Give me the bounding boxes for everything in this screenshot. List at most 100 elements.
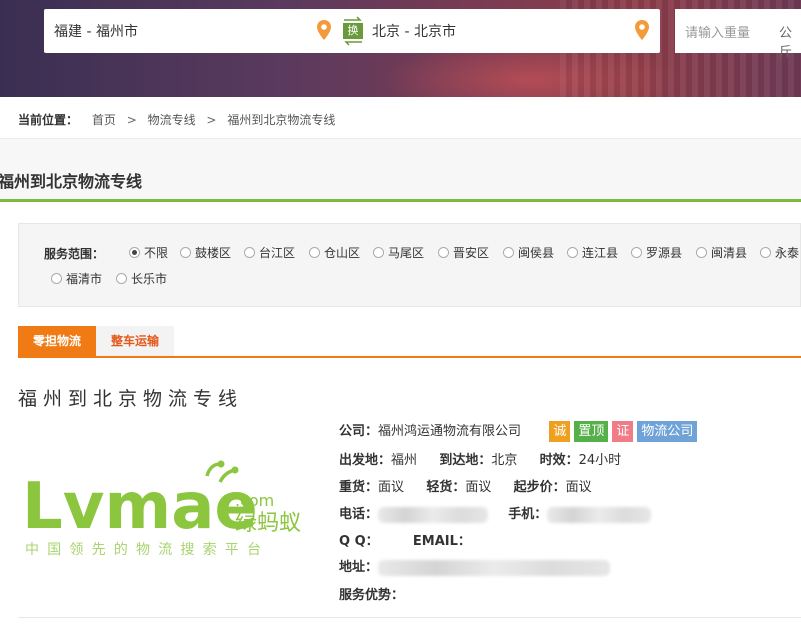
advantage-row: 服务优势：: [339, 584, 404, 603]
weight-placeholder: 请输入重量: [685, 26, 751, 41]
heavy-cargo-label: 重货：: [339, 480, 379, 495]
option-label: 连江县: [582, 246, 619, 260]
company-row: 公司：福州鸿运通物流有限公司 诚置顶证物流公司: [339, 420, 701, 442]
phone-redacted: [378, 506, 489, 523]
mobile-redacted: [547, 506, 652, 523]
option-label: 闽清县: [711, 246, 748, 260]
search-banner: 福建 - 福州市 换 北京 - 北京市 请输入重量 公斤: [0, 0, 801, 97]
option-label: 罗源县: [646, 246, 683, 260]
swap-label: 换: [343, 23, 363, 39]
destination-input[interactable]: 北京 - 北京市: [372, 21, 456, 41]
filter-option-changle[interactable]: 长乐市: [116, 270, 167, 287]
option-label: 台江区: [259, 246, 296, 260]
radio-button[interactable]: [129, 247, 140, 258]
filter-option-jinan[interactable]: 晋安区: [438, 244, 489, 261]
filter-option-yongtai[interactable]: 永泰: [760, 244, 799, 261]
origin-label: 出发地：: [339, 453, 392, 468]
filter-option-minhou[interactable]: 闽侯县: [503, 244, 554, 261]
address-redacted: [378, 559, 611, 576]
filter-option-lianjiang[interactable]: 连江县: [567, 244, 618, 261]
filter-option-taijiang[interactable]: 台江区: [244, 244, 295, 261]
qq-label: Q Q：: [339, 534, 379, 549]
logo-domain: .com: [235, 491, 274, 510]
breadcrumb-label: 当前位置：: [18, 113, 79, 127]
light-cargo-label: 轻货：: [426, 480, 466, 495]
weight-input[interactable]: 请输入重量 公斤: [675, 9, 801, 60]
filter-option-cangshan[interactable]: 仓山区: [309, 244, 360, 261]
filter-option-gulou[interactable]: 鼓楼区: [180, 244, 231, 261]
location-pin-icon[interactable]: [317, 20, 331, 40]
pinned-badge: 置顶: [574, 421, 609, 442]
address-row: 地址：: [339, 556, 611, 576]
radio-button[interactable]: [309, 247, 320, 258]
weight-unit: 公斤: [779, 26, 793, 60]
radio-button[interactable]: [180, 247, 191, 258]
location-pin-icon[interactable]: [635, 20, 649, 40]
filter-option-all[interactable]: 不限: [129, 244, 168, 261]
radio-button[interactable]: [116, 273, 127, 284]
tab-full-truckload[interactable]: 整车运输: [96, 326, 174, 357]
breadcrumb: 当前位置： 首页 > 物流专线 > 福州到北京物流专线: [18, 111, 335, 128]
radio-button[interactable]: [438, 247, 449, 258]
detail-divider: [18, 617, 801, 618]
phone-label: 电话：: [339, 507, 379, 522]
integrity-badge: 诚: [549, 421, 571, 442]
company-name: 福州鸿运通物流有限公司: [378, 424, 522, 439]
advantage-label: 服务优势：: [339, 588, 405, 603]
radio-button[interactable]: [567, 247, 578, 258]
filter-option-luoyuan[interactable]: 罗源县: [631, 244, 682, 261]
contact-row: 电话： 手机：: [339, 503, 652, 523]
radio-button[interactable]: [503, 247, 514, 258]
arrow-left-icon: [344, 41, 362, 46]
destination-value: 北京: [491, 453, 518, 468]
filter-option-mawei[interactable]: 马尾区: [373, 244, 424, 261]
light-cargo-price: 面议: [465, 480, 492, 495]
option-label: 闽侯县: [518, 246, 555, 260]
route-row: 出发地：福州 到达地：北京 时效：24小时: [339, 449, 621, 468]
breadcrumb-separator: >: [126, 113, 137, 127]
origin-value: 福州: [391, 453, 418, 468]
service-area-filter: 服务范围： 不限 鼓楼区 台江区 仓山区 马尾区 晋安区 闽侯县 连江县 罗源县…: [18, 223, 801, 307]
radio-button[interactable]: [760, 247, 771, 258]
origin-input[interactable]: 福建 - 福州市: [54, 21, 138, 41]
tabs-divider: [18, 356, 801, 358]
certified-badge: 证: [612, 421, 634, 442]
radio-button[interactable]: [631, 247, 642, 258]
route-search-box: 福建 - 福州市 换 北京 - 北京市: [44, 9, 660, 53]
option-label: 仓山区: [324, 246, 361, 260]
radio-button[interactable]: [696, 247, 707, 258]
filter-option-fuqing[interactable]: 福清市: [51, 270, 102, 287]
breadcrumb-separator: >: [206, 113, 217, 127]
option-label: 长乐市: [131, 272, 168, 286]
company-label: 公司：: [339, 424, 379, 439]
option-label: 永泰: [775, 246, 800, 260]
swap-route-button[interactable]: 换: [342, 15, 364, 47]
destination-label: 到达地：: [439, 453, 492, 468]
heavy-cargo-price: 面议: [378, 480, 405, 495]
breadcrumb-home-link[interactable]: 首页: [92, 113, 116, 127]
radio-button[interactable]: [51, 273, 62, 284]
online-contact-row: Q Q： EMAIL：: [339, 530, 471, 549]
breadcrumb-current[interactable]: 福州到北京物流专线: [227, 113, 335, 127]
option-label: 晋安区: [453, 246, 490, 260]
option-label: 鼓楼区: [195, 246, 232, 260]
min-price-value: 面议: [565, 480, 592, 495]
filter-option-minqing[interactable]: 闽清县: [696, 244, 747, 261]
filter-label: 服务范围：: [44, 247, 105, 261]
radio-button[interactable]: [373, 247, 384, 258]
listing-title: 福州到北京物流专线: [18, 388, 244, 410]
radio-button[interactable]: [244, 247, 255, 258]
title-divider: [0, 199, 801, 202]
lvmae-logo: Lvmae .com 绿蚂蚁 中国领先的物流搜索平台: [22, 460, 301, 558]
option-label: 不限: [144, 246, 169, 260]
mobile-label: 手机：: [508, 507, 548, 522]
address-label: 地址：: [339, 560, 379, 575]
min-price-label: 起步价：: [513, 480, 566, 495]
breadcrumb-lines-link[interactable]: 物流专线: [148, 113, 196, 127]
logo-cn-name: 绿蚂蚁: [235, 511, 301, 536]
option-label: 马尾区: [388, 246, 425, 260]
logo-slogan: 中国领先的物流搜索平台: [25, 541, 269, 558]
transit-time-label: 时效：: [539, 453, 579, 468]
page-title: 福州到北京物流专线: [0, 172, 143, 191]
tab-ltl-logistics[interactable]: 零担物流: [18, 326, 96, 357]
